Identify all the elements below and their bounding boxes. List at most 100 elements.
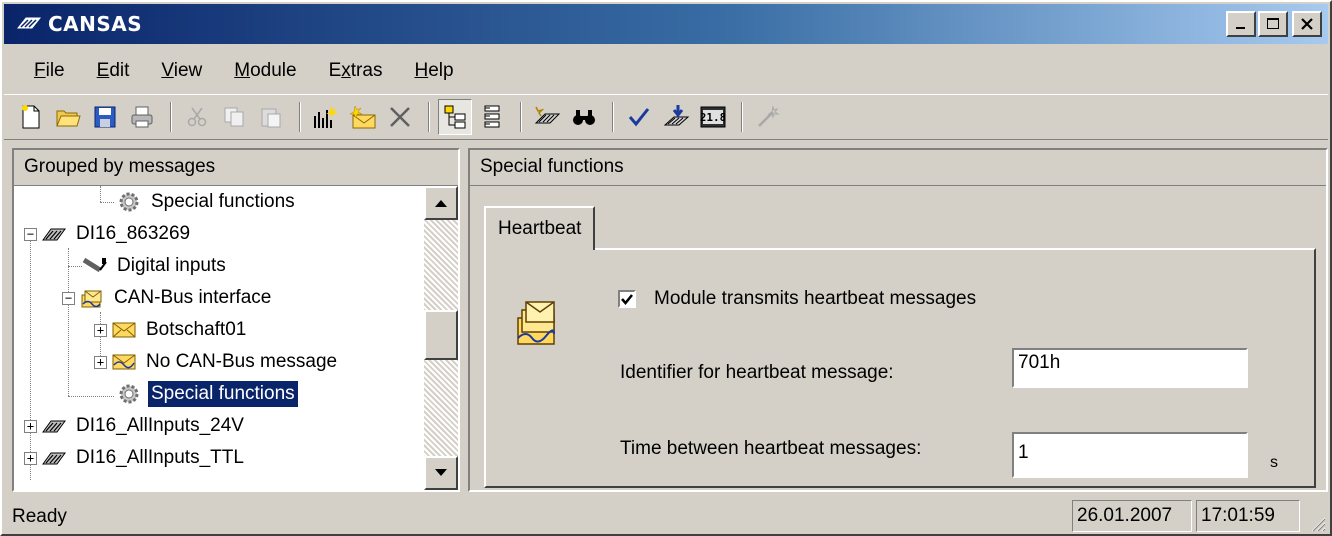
display-button[interactable]: 21.8 <box>696 99 730 135</box>
maximize-icon <box>1267 18 1279 29</box>
cut-button[interactable] <box>180 99 214 135</box>
disabled-wand-icon <box>758 105 780 127</box>
check-icon <box>628 108 650 127</box>
menu-edit[interactable]: Edit <box>81 56 146 90</box>
print-button[interactable] <box>125 99 159 135</box>
minimize-button[interactable] <box>1226 11 1256 37</box>
cut-icon <box>187 107 207 127</box>
tree-line <box>100 202 114 203</box>
group-messages-icon <box>444 105 466 129</box>
tree-item-digital-inputs[interactable]: Digital inputs <box>82 250 229 282</box>
check-button[interactable] <box>622 99 656 135</box>
tree-pane: Grouped by messages Special functions − <box>12 148 460 492</box>
tree-pane-header: Grouped by messages <box>14 150 458 186</box>
copy-icon <box>224 107 244 127</box>
save-button[interactable] <box>88 99 122 135</box>
arrow-up-icon <box>435 200 447 207</box>
status-date: 26.01.2007 <box>1072 500 1192 532</box>
interval-label: Time between heartbeat messages: <box>620 438 922 459</box>
title-bar[interactable]: CANSAS <box>4 4 1328 44</box>
main-window: CANSAS File Edit View Module Extras Help <box>0 0 1332 536</box>
tree-scrollbar[interactable] <box>424 186 458 490</box>
scroll-up-button[interactable] <box>424 186 458 220</box>
window-title: CANSAS <box>48 12 143 36</box>
paste-button[interactable] <box>254 99 288 135</box>
minimize-icon <box>1236 27 1245 29</box>
configure-button[interactable] <box>659 99 693 135</box>
tree-item-special-functions[interactable]: Special functions <box>116 186 298 218</box>
close-button[interactable] <box>1292 11 1322 37</box>
scroll-thumb[interactable] <box>424 310 458 360</box>
tree-item-di16-allinputs-24v[interactable]: + DI16_AllInputs_24V <box>24 410 247 442</box>
properties-pane-header: Special functions <box>470 150 1326 186</box>
menu-extras[interactable]: Extras <box>313 56 399 90</box>
copy-button[interactable] <box>217 99 251 135</box>
tree-line <box>68 266 82 267</box>
expand-toggle[interactable]: + <box>24 451 37 465</box>
module-tree[interactable]: Special functions − DI16_863269 Digital … <box>14 186 424 490</box>
print-icon <box>131 106 153 128</box>
tree-item-special-functions-selected[interactable]: Special functions <box>116 378 298 410</box>
status-text: Ready <box>12 506 67 527</box>
delete-icon <box>390 107 410 127</box>
save-icon <box>94 106 116 128</box>
tab-heartbeat[interactable]: Heartbeat <box>484 206 596 250</box>
find-icon <box>573 110 595 125</box>
caption-buttons <box>1226 11 1322 37</box>
tree-item-no-can-bus-message[interactable]: + No CAN-Bus message <box>94 346 340 378</box>
arrow-down-icon <box>435 469 447 476</box>
resize-grip-icon[interactable] <box>1308 514 1326 532</box>
open-button[interactable] <box>51 99 85 135</box>
menu-file[interactable]: File <box>4 56 81 90</box>
tree-line <box>68 248 69 396</box>
tree-line <box>68 396 114 397</box>
menu-bar: File Edit View Module Extras Help <box>4 56 470 90</box>
scroll-down-button[interactable] <box>424 456 458 490</box>
app-icon <box>16 17 42 29</box>
identifier-field[interactable]: 701h <box>1012 348 1248 388</box>
toolbar-separator <box>520 102 522 132</box>
status-bar: Ready 26.01.2007 17:01:59 <box>4 498 1328 534</box>
interval-unit: s <box>1270 454 1278 471</box>
menu-help[interactable]: Help <box>398 56 469 90</box>
identifier-label: Identifier for heartbeat message: <box>620 362 894 383</box>
expand-toggle[interactable]: + <box>24 419 37 433</box>
interval-field[interactable]: 1 <box>1012 432 1248 478</box>
maximize-button[interactable] <box>1258 11 1288 37</box>
heartbeat-checkbox-row[interactable]: Module transmits heartbeat messages <box>618 288 976 310</box>
tree-item-di16-863269[interactable]: − DI16_863269 <box>24 218 193 250</box>
toolbar-separator <box>612 102 614 132</box>
close-icon <box>1301 18 1313 30</box>
new-message-button[interactable] <box>346 99 380 135</box>
display-icon: 21.8 <box>700 106 726 128</box>
delete-button[interactable] <box>383 99 417 135</box>
tree-item-botschaft01[interactable]: + Botschaft01 <box>94 314 249 346</box>
heartbeat-checkbox[interactable] <box>618 290 636 308</box>
open-icon <box>56 110 81 127</box>
heartbeat-message-icon <box>517 301 555 345</box>
envelope-crossed-icon <box>111 350 137 374</box>
toolbar-separator <box>428 102 430 132</box>
wizard-button[interactable] <box>751 99 785 135</box>
module-integrate-button[interactable] <box>530 99 564 135</box>
heartbeat-panel: Module transmits heartbeat messages Iden… <box>484 248 1316 488</box>
new-icon <box>22 105 40 129</box>
expand-toggle[interactable]: + <box>94 323 107 337</box>
paste-icon <box>261 108 281 128</box>
collapse-toggle[interactable]: − <box>62 291 75 305</box>
expand-toggle[interactable]: + <box>94 355 107 369</box>
new-button[interactable] <box>14 99 48 135</box>
collapse-toggle[interactable]: − <box>24 227 37 241</box>
menu-view[interactable]: View <box>145 56 218 90</box>
module-icon <box>41 222 67 246</box>
menu-module[interactable]: Module <box>218 56 312 90</box>
new-channel-button[interactable] <box>309 99 343 135</box>
find-button[interactable] <box>567 99 601 135</box>
group-channels-icon <box>484 105 500 128</box>
gear-icon <box>116 382 142 406</box>
group-by-messages-button[interactable] <box>438 99 472 135</box>
tree-item-can-bus-interface[interactable]: − CAN-Bus interface <box>62 282 274 314</box>
plug-icon <box>82 254 108 278</box>
tree-item-di16-allinputs-ttl[interactable]: + DI16_AllInputs_TTL <box>24 442 247 474</box>
group-by-channels-button[interactable] <box>475 99 509 135</box>
